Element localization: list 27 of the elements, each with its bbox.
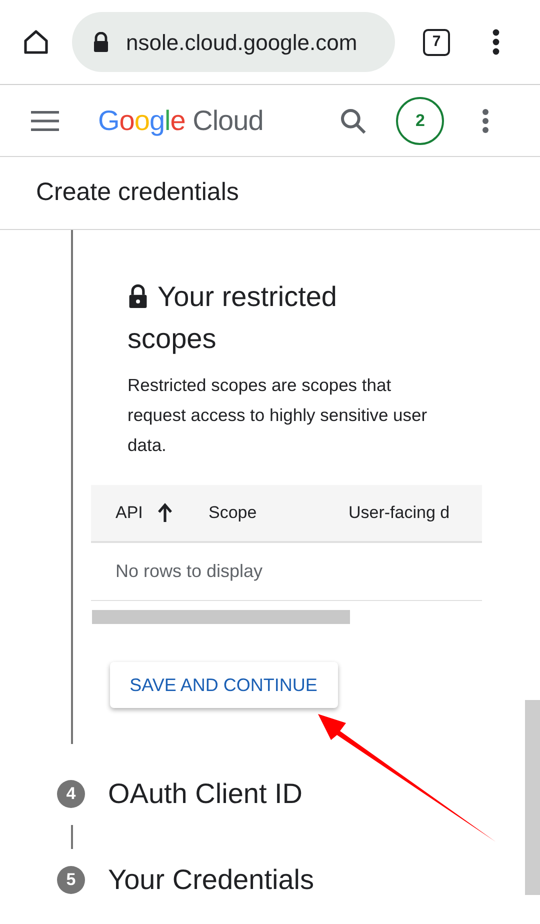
section-description: Restricted scopes are scopes that request access to highly sensitive user data. (128, 374, 428, 457)
empty-table-message: No rows to display (116, 560, 263, 583)
step-title: OAuth Client ID (108, 777, 303, 811)
column-header[interactable]: API (90, 500, 208, 526)
page-scrollbar[interactable] (525, 700, 540, 895)
tab-count[interactable]: 7 (423, 28, 450, 56)
more-icon[interactable] (492, 29, 500, 55)
step-number-badge: 4 (57, 780, 85, 808)
sort-arrow-icon[interactable] (156, 503, 173, 523)
save-and-continue-button[interactable]: SAVE AND CONTINUE (110, 662, 338, 708)
section-heading: Your restricted scopes (128, 280, 338, 356)
google-cloud-logo[interactable]: Google Cloud (98, 100, 264, 142)
horizontal-scrollbar[interactable] (92, 610, 350, 624)
lock-icon (92, 32, 110, 52)
column-header[interactable]: User-facing d (348, 500, 482, 526)
notification-badge[interactable]: 2 (396, 96, 444, 144)
lock-icon (128, 284, 148, 308)
menu-icon[interactable] (31, 110, 59, 130)
page-title: Create credentials (36, 177, 239, 208)
url-text: nsole.cloud.google.com (126, 28, 358, 57)
step-title: Your Credentials (108, 863, 314, 897)
column-header[interactable]: Scope (208, 500, 348, 526)
step-number-badge: 5 (57, 866, 85, 894)
address-bar[interactable]: nsole.cloud.google.com (72, 12, 395, 72)
home-icon[interactable] (22, 28, 50, 56)
search-icon[interactable] (339, 106, 368, 134)
more-icon[interactable] (482, 108, 490, 132)
